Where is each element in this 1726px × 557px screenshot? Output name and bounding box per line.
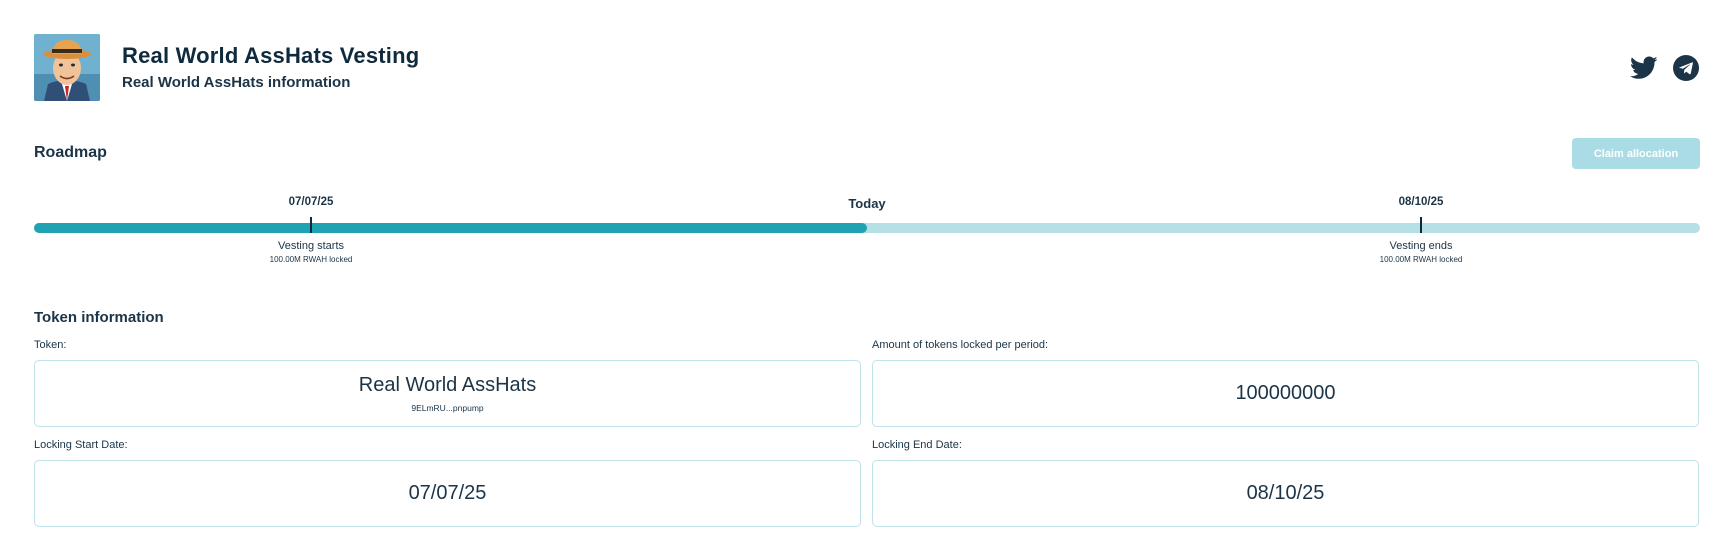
page-header: Real World AssHats Vesting Real World As… [34, 34, 1700, 101]
token-address[interactable]: 9ELmRU...pnpump [411, 403, 483, 413]
page-title: Real World AssHats Vesting [122, 43, 420, 68]
vesting-end-marker [1420, 217, 1422, 233]
timeline-progress [34, 223, 867, 233]
amount-value: 100000000 [1235, 382, 1336, 404]
amount-field-label: Amount of tokens locked per period: [872, 339, 1049, 351]
end-date-field-label: Locking End Date: [872, 439, 962, 451]
today-label: Today [848, 196, 886, 211]
start-date-field-label: Locking Start Date: [34, 439, 128, 451]
token-field-label: Token: [34, 339, 67, 351]
social-links [1630, 54, 1700, 82]
project-avatar [34, 34, 100, 101]
vesting-timeline: 07/07/25 Vesting starts 100.00M RWAH loc… [34, 190, 1700, 270]
twitter-icon [1630, 56, 1658, 79]
token-field: Real World AssHats 9ELmRU...pnpump [34, 360, 861, 427]
vesting-start-date: 07/07/25 [288, 196, 334, 208]
vesting-end-date: 08/10/25 [1398, 196, 1444, 208]
amount-field: 100000000 [872, 360, 1699, 427]
timeline-track [34, 223, 1700, 233]
twitter-link[interactable] [1630, 54, 1658, 82]
vesting-start-label: Vesting starts [277, 240, 345, 252]
start-date-field: 07/07/25 [34, 460, 861, 527]
token-name: Real World AssHats [358, 374, 537, 396]
telegram-link[interactable] [1672, 54, 1700, 82]
vesting-start-amount: 100.00M RWAH locked [269, 255, 353, 264]
vesting-end-label: Vesting ends [1389, 240, 1453, 252]
vesting-end-amount: 100.00M RWAH locked [1379, 255, 1463, 264]
page-subtitle: Real World AssHats information [122, 74, 351, 91]
telegram-icon [1673, 55, 1699, 81]
end-date-field: 08/10/25 [872, 460, 1699, 527]
start-date-value: 07/07/25 [408, 482, 487, 504]
cartoon-man-hat-avatar-icon [34, 34, 100, 101]
claim-allocation-button[interactable]: Claim allocation [1572, 138, 1700, 169]
vesting-start-marker [310, 217, 312, 233]
roadmap-heading: Roadmap [34, 144, 107, 161]
token-information-heading: Token information [34, 309, 164, 326]
end-date-value: 08/10/25 [1246, 482, 1325, 504]
